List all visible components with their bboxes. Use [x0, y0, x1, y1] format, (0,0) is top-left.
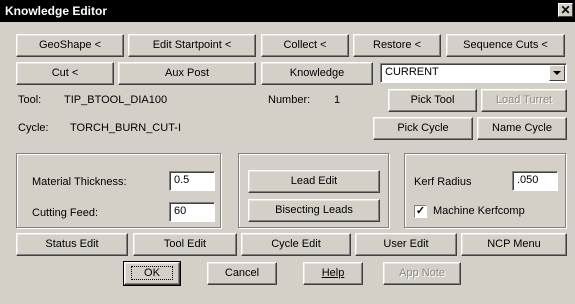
number-label: Number: — [268, 94, 311, 106]
material-thickness-field[interactable]: 0.5 — [169, 171, 215, 191]
lead-edit-button[interactable]: Lead Edit — [248, 170, 380, 193]
machine-kerfcomp-label: Machine Kerfcomp — [433, 205, 525, 217]
machine-kerfcomp-checkbox[interactable]: ✓ — [414, 205, 427, 218]
load-turret-button[interactable]: Load Turret — [481, 89, 567, 112]
number-value: 1 — [334, 94, 341, 106]
user-edit-button[interactable]: User Edit — [355, 233, 457, 256]
ok-label: OK — [131, 266, 173, 280]
cutting-feed-field[interactable]: 60 — [169, 202, 215, 222]
knowledge-combo[interactable]: CURRENT — [380, 63, 567, 83]
name-cycle-button[interactable]: Name Cycle — [477, 117, 567, 140]
geoshape-button[interactable]: GeoShape < — [16, 34, 124, 57]
kerf-radius-label: Kerf Radius — [414, 176, 472, 188]
collect-button[interactable]: Collect < — [261, 34, 349, 57]
app-note-button[interactable]: App Note — [383, 262, 461, 285]
edit-startpoint-button[interactable]: Edit Startpoint < — [128, 34, 256, 57]
window-title: Knowledge Editor — [5, 4, 107, 18]
close-button[interactable]: ✕ — [558, 3, 573, 17]
kerf-radius-field[interactable]: .050 — [512, 171, 558, 191]
ok-button[interactable]: OK — [123, 261, 181, 286]
cancel-button[interactable]: Cancel — [207, 262, 277, 285]
cycle-value: TORCH_BURN_CUT-I — [70, 122, 182, 134]
cycle-label: Cycle: — [18, 122, 49, 134]
cutting-feed-label: Cutting Feed: — [32, 207, 99, 219]
tool-value: TIP_BTOOL_DIA100 — [64, 94, 168, 106]
combo-value: CURRENT — [385, 66, 439, 78]
aux-post-button[interactable]: Aux Post — [118, 62, 256, 85]
status-edit-button[interactable]: Status Edit — [16, 233, 128, 256]
cycle-edit-button[interactable]: Cycle Edit — [241, 233, 351, 256]
check-icon: ✓ — [415, 205, 426, 217]
close-icon: ✕ — [560, 3, 571, 17]
tool-label: Tool: — [18, 94, 42, 106]
help-label: Help — [321, 267, 345, 279]
tool-edit-button[interactable]: Tool Edit — [133, 233, 237, 256]
title-bar: Knowledge Editor ✕ — [0, 0, 575, 22]
chevron-down-icon[interactable] — [549, 65, 565, 81]
knowledge-editor-window: Knowledge Editor ✕ GeoShape < Edit Start… — [0, 0, 575, 304]
sequence-cuts-button[interactable]: Sequence Cuts < — [446, 34, 565, 57]
bisecting-leads-button[interactable]: Bisecting Leads — [248, 199, 380, 222]
knowledge-button[interactable]: Knowledge — [261, 62, 373, 85]
cut-button[interactable]: Cut < — [16, 62, 114, 85]
restore-button[interactable]: Restore < — [353, 34, 441, 57]
help-button[interactable]: Help — [303, 262, 363, 285]
pick-tool-button[interactable]: Pick Tool — [388, 89, 477, 112]
pick-cycle-button[interactable]: Pick Cycle — [373, 117, 473, 140]
material-thickness-label: Material Thickness: — [32, 176, 127, 188]
ncp-menu-button[interactable]: NCP Menu — [461, 233, 567, 256]
